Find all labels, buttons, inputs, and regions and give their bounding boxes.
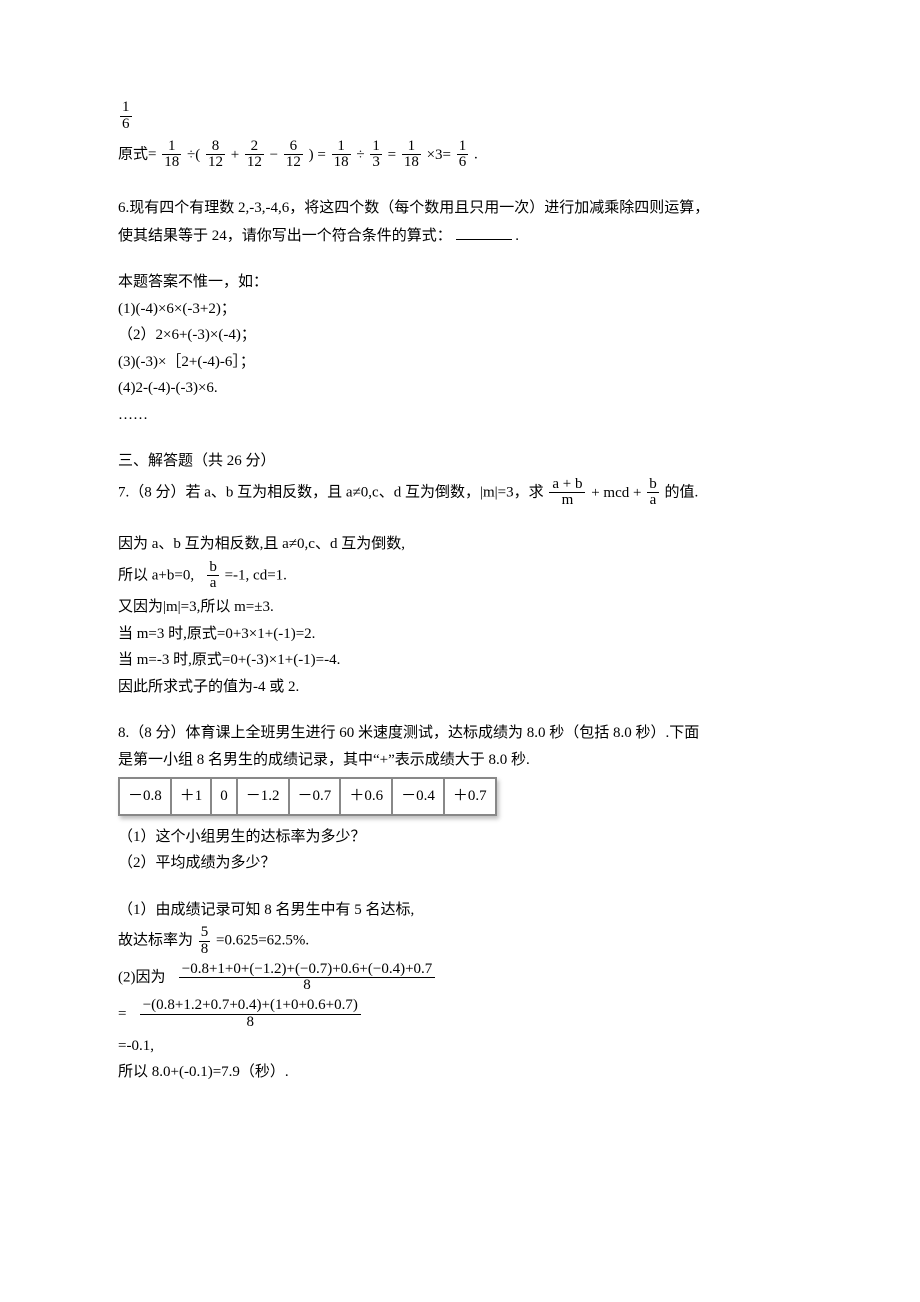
q8-sub1: （1）这个小组男生的达标率为多少？ xyxy=(118,826,802,849)
q8-line2: 是第一小组 8 名男生的成绩记录，其中“+”表示成绩大于 8.0 秒. xyxy=(118,749,802,772)
q8-a2-line2: = −(0.8+1.2+0.7+0.4)+(1+0+0.6+0.7)8 xyxy=(118,998,802,1031)
q6-line2: 使其结果等于 24，请你写出一个符合条件的算式： . xyxy=(118,224,802,248)
q7-s3: 又因为|m|=3,所以 m=±3. xyxy=(118,596,802,619)
q6-answers-intro: 本题答案不惟一，如： xyxy=(118,271,802,294)
cell-0: －0.8 xyxy=(119,778,171,815)
q8-a2-res: =-0.1, xyxy=(118,1035,802,1058)
cell-7: ＋0.7 xyxy=(444,778,496,815)
cell-5: ＋0.6 xyxy=(340,778,392,815)
q7-s1: 因为 a、b 互为相反数,且 a≠0,c、d 互为倒数, xyxy=(118,533,802,556)
q8-table: －0.8 ＋1 0 －1.2 －0.7 ＋0.6 －0.4 ＋0.7 xyxy=(118,777,497,816)
q6-a1: (1)(-4)×6×(-3+2)； xyxy=(118,298,802,321)
frac-den: 6 xyxy=(120,116,132,133)
q8-a2-final: 所以 8.0+(-0.1)=7.9（秒）. xyxy=(118,1061,802,1084)
q7-question: 7.（8 分）若 a、b 互为相反数，且 a≠0,c、d 互为倒数，|m|=3，… xyxy=(118,477,802,510)
equation-5: 原式= 118 ÷( 812 + 212 − 612 ) = 118 ÷ 13 … xyxy=(118,139,802,172)
answer-blank[interactable] xyxy=(456,224,512,240)
q8-line1: 8.（8 分）体育课上全班男生进行 60 米速度测试，达标成绩为 8.0 秒（包… xyxy=(118,722,802,745)
q8-a1b: 故达标率为 58 =0.625=62.5%. xyxy=(118,925,802,958)
q6-a4: (4)2-(-4)-(-3)×6. xyxy=(118,377,802,400)
cell-4: －0.7 xyxy=(289,778,341,815)
q7-s5: 当 m=-3 时,原式=0+(-3)×1+(-1)=-4. xyxy=(118,649,802,672)
cell-2: 0 xyxy=(211,778,237,815)
section-3-header: 三、解答题（共 26 分） xyxy=(118,450,802,473)
q7-s6: 因此所求式子的值为-4 或 2. xyxy=(118,676,802,699)
cell-3: －1.2 xyxy=(237,778,289,815)
cell-6: －0.4 xyxy=(392,778,444,815)
cell-1: ＋1 xyxy=(171,778,212,815)
q8-a1: （1）由成绩记录可知 8 名男生中有 5 名达标, xyxy=(118,899,802,922)
q7-s4: 当 m=3 时,原式=0+3×1+(-1)=2. xyxy=(118,623,802,646)
q8-a2-line1: (2)因为 −0.8+1+0+(−1.2)+(−0.7)+0.6+(−0.4)+… xyxy=(118,962,802,995)
q7-s2: 所以 a+b=0, ba =-1, cd=1. xyxy=(118,560,802,593)
q8-sub2: （2）平均成绩为多少？ xyxy=(118,852,802,875)
q6-line1: 6.现有四个有理数 2,-3,-4,6，将这四个数（每个数用且只用一次）进行加减… xyxy=(118,197,802,220)
q6-dots: …… xyxy=(118,404,802,427)
q6-a2: （2）2×6+(-3)×(-4)； xyxy=(118,324,802,347)
frac-one-sixth: 1 6 xyxy=(118,100,802,133)
frac-num: 1 xyxy=(120,100,132,116)
eq-prefix: 原式= xyxy=(118,146,156,162)
q6-a3: (3)(-3)×［2+(-4)-6］； xyxy=(118,351,802,374)
table-row: －0.8 ＋1 0 －1.2 －0.7 ＋0.6 －0.4 ＋0.7 xyxy=(119,778,496,815)
